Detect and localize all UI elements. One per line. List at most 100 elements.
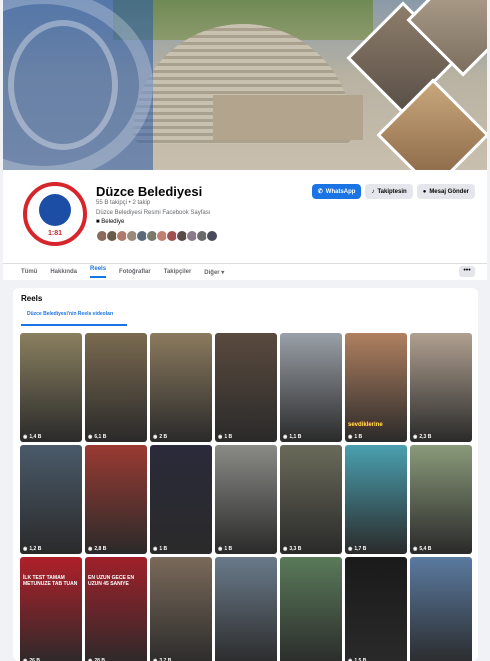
bell-icon: ♪ — [371, 188, 375, 195]
eye-icon: ◉ — [153, 434, 158, 440]
eye-icon: ◉ — [88, 434, 93, 440]
eye-icon: ◉ — [153, 546, 158, 552]
logo-year: 1:81 — [47, 230, 62, 237]
view-count-label: 1 B — [224, 546, 233, 552]
view-count-label: 2 B — [159, 434, 168, 440]
view-count-label: 2,3 B — [419, 434, 432, 440]
action-buttons: ✆ WhatsApp ♪ Takiptesin ● Mesaj Gönder — [311, 184, 475, 199]
tab-reels[interactable]: Reels — [90, 266, 106, 278]
reels-grid: ◉ 1,4 B ◉ 6,1 B ◉ 2 B ◉ 1 B ◉ 1,1 Bsevdiklerine ◉ 1… — [20, 333, 472, 661]
tab-followers[interactable]: Takipçiler — [164, 269, 192, 275]
reel-tile[interactable]: ◉ 3,7 B — [150, 557, 212, 661]
reel-tile[interactable]: EN UZUN GECE EN UZUN 45 SANIYE ◉ 28 B — [85, 557, 147, 661]
reel-tile[interactable] — [410, 557, 472, 661]
view-count-label: 2,8 B — [94, 546, 107, 552]
view-count-label: 1,7 B — [354, 546, 367, 552]
reel-view-count: ◉ 6,1 B — [88, 434, 106, 440]
reel-tile[interactable] — [280, 557, 342, 661]
page-title: Düzce Belediyesi — [96, 184, 203, 199]
tab-about[interactable]: Hakkında — [50, 269, 77, 275]
reel-tile[interactable]: ◉ 1,1 B — [280, 333, 342, 442]
reel-tile[interactable]: ◉ 3,3 B — [280, 445, 342, 554]
eye-icon: ◉ — [283, 434, 288, 440]
reel-tile[interactable]: ◉ 1,2 B — [20, 445, 82, 554]
reel-view-count: ◉ 2,8 B — [88, 546, 106, 552]
view-count-label: 1,4 B — [29, 434, 42, 440]
reel-caption: İLK TEST TAMAM METUNUZE TAB TUAN — [23, 575, 78, 587]
whatsapp-icon: ✆ — [317, 189, 323, 195]
more-options-button[interactable]: ••• — [459, 266, 475, 277]
reel-tile[interactable]: ◉ 2,8 B — [85, 445, 147, 554]
reel-tile[interactable] — [215, 557, 277, 661]
eye-icon: ◉ — [23, 546, 28, 552]
eye-icon: ◉ — [413, 546, 418, 552]
view-count-label: 1 B — [354, 434, 363, 440]
reel-tile[interactable]: ◉ 1 B — [215, 445, 277, 554]
reel-tile[interactable]: ◉ 1 B — [150, 445, 212, 554]
cover-ring-inner — [8, 20, 118, 150]
reel-view-count: ◉ 1 B — [153, 546, 167, 552]
reel-tile[interactable]: ◉ 2,3 B — [410, 333, 472, 442]
view-count-label: 1,2 B — [29, 546, 42, 552]
eye-icon: ◉ — [348, 546, 353, 552]
category-label: Belediye — [101, 219, 125, 225]
following-label: Takiptesin — [377, 188, 407, 195]
reel-tile[interactable]: ◉ 6,1 B — [85, 333, 147, 442]
reel-view-count: ◉ 1,1 B — [283, 434, 301, 440]
reel-tile[interactable]: İLK TEST TAMAM METUNUZE TAB TUAN ◉ 26 B — [20, 557, 82, 661]
reel-view-count: ◉ 1,2 B — [23, 546, 41, 552]
tab-more[interactable]: Diğer ▾ — [204, 269, 224, 276]
tab-photos[interactable]: Fotoğraflar — [119, 269, 151, 275]
view-count-label: 1 B — [224, 434, 233, 440]
view-count-label: 5,4 B — [419, 546, 432, 552]
reel-view-count: ◉ 1,7 B — [348, 546, 366, 552]
cover-stage — [213, 95, 363, 140]
reels-subtab[interactable]: Düzce Belediyesi'nin Reels videoları — [21, 308, 127, 326]
reel-view-count: ◉ 2,3 B — [413, 434, 431, 440]
horse-logo-icon — [39, 194, 71, 226]
message-button[interactable]: ● Mesaj Gönder — [416, 184, 475, 199]
reels-section: Reels Düzce Belediyesi'nin Reels videola… — [13, 288, 478, 661]
whatsapp-button[interactable]: ✆ WhatsApp — [311, 184, 362, 199]
cover-photo — [3, 0, 487, 170]
reel-caption: sevdiklerine — [348, 422, 383, 428]
reel-tile[interactable]: ◉ 1,7 B — [345, 445, 407, 554]
eye-icon: ◉ — [218, 546, 223, 552]
view-count-label: 6,1 B — [94, 434, 107, 440]
reel-tile[interactable]: ◉ 1,5 B — [345, 557, 407, 661]
reel-tile[interactable]: ◉ 2 B — [150, 333, 212, 442]
eye-icon: ◉ — [23, 434, 28, 440]
follower-avatar — [206, 230, 218, 242]
eye-icon: ◉ — [283, 546, 288, 552]
eye-icon: ◉ — [88, 546, 93, 552]
reel-view-count: ◉ 5,4 B — [413, 546, 431, 552]
reel-view-count: ◉ 1 B — [348, 434, 362, 440]
avatar[interactable]: 1:81 — [23, 182, 87, 246]
following-button[interactable]: ♪ Takiptesin — [365, 184, 413, 199]
view-count-label: 1,1 B — [289, 434, 302, 440]
page-category: ■ Belediye — [96, 219, 125, 225]
reel-view-count: ◉ 1,4 B — [23, 434, 41, 440]
reel-tile[interactable]: ◉ 5,4 B — [410, 445, 472, 554]
reel-tile[interactable]: ◉ 1,4 B — [20, 333, 82, 442]
view-count-label: 3,3 B — [289, 546, 302, 552]
eye-icon: ◉ — [218, 434, 223, 440]
whatsapp-label: WhatsApp — [325, 188, 356, 195]
messenger-icon: ● — [422, 188, 427, 195]
profile-tabs: Tümü Hakkında Reels Fotoğraflar Takipçil… — [3, 263, 487, 280]
eye-icon: ◉ — [413, 434, 418, 440]
reel-view-count: ◉ 3,3 B — [283, 546, 301, 552]
page-description: Düzce Belediyesi Resmi Facebook Sayfası — [96, 210, 211, 216]
tab-all[interactable]: Tümü — [21, 269, 37, 275]
eye-icon: ◉ — [348, 434, 353, 440]
reel-view-count: ◉ 2 B — [153, 434, 167, 440]
reel-caption: EN UZUN GECE EN UZUN 45 SANIYE — [88, 575, 135, 587]
follower-avatars[interactable] — [96, 230, 218, 242]
reel-tile[interactable]: ◉ 1 B — [215, 333, 277, 442]
view-count-label: 1 B — [159, 546, 168, 552]
reel-view-count: ◉ 1 B — [218, 546, 232, 552]
reel-tile[interactable]: sevdiklerine ◉ 1 B — [345, 333, 407, 442]
reels-title: Reels — [21, 294, 43, 303]
profile-card: 1:81 Düzce Belediyesi 55 B takipçi • 2 t… — [3, 170, 487, 280]
follower-stats[interactable]: 55 B takipçi • 2 takip — [96, 200, 150, 206]
